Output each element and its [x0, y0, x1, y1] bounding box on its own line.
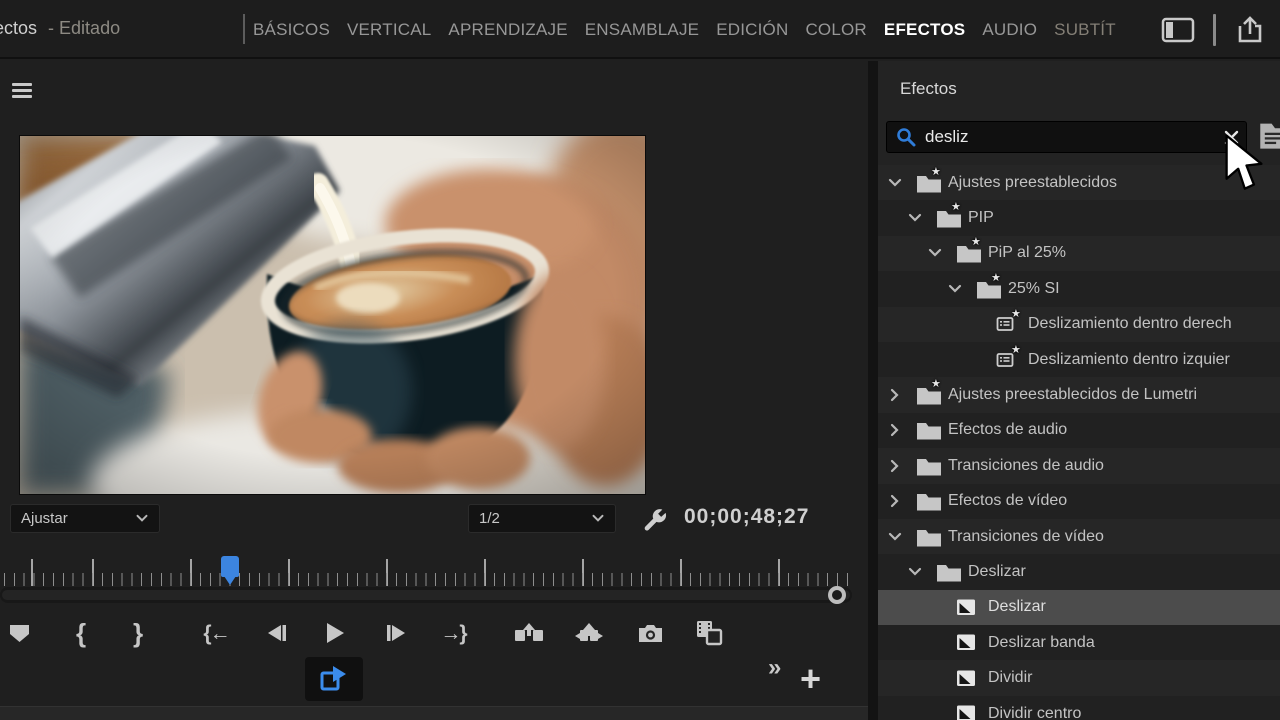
transition-icon	[956, 704, 988, 720]
folder-icon	[916, 456, 948, 476]
chevron-down-icon[interactable]	[948, 284, 976, 294]
preset-folder-icon: ★	[916, 385, 948, 405]
chevron-down-icon	[135, 514, 149, 523]
tab-basicos[interactable]: BÁSICOS	[253, 20, 330, 40]
horizontal-scrollbar[interactable]	[0, 587, 852, 603]
tree-row-deslizar-banda[interactable]: Deslizar banda	[878, 625, 1280, 660]
chevron-down-icon[interactable]	[888, 178, 916, 188]
panel-bottom-edge	[0, 706, 868, 720]
tab-aprendizaje[interactable]: APRENDIZAJE	[448, 20, 567, 40]
scrollbar-handle[interactable]	[828, 586, 846, 604]
chevron-right-icon[interactable]	[888, 425, 916, 435]
tree-row-transiciones-de-audio[interactable]: Transiciones de audio	[878, 448, 1280, 483]
folder-icon	[916, 491, 948, 511]
effects-panel: Efectos ★ Ajustes preestablecidos ★ PIP …	[878, 61, 1280, 720]
preset-icon: ★	[996, 351, 1028, 369]
panel-menu-icon[interactable]	[12, 83, 32, 98]
chevron-down-icon[interactable]	[888, 532, 916, 542]
tree-row-deslizamiento-dentro-derecha[interactable]: ★ Deslizamiento dentro derech	[878, 307, 1280, 342]
search-input[interactable]	[917, 127, 1216, 147]
tab-ensamblaje[interactable]: ENSAMBLAJE	[585, 20, 699, 40]
effects-tree: ★ Ajustes preestablecidos ★ PIP ★ PiP al…	[878, 165, 1280, 720]
timecode-display: 00;00;48;27	[684, 505, 809, 529]
more-options-button[interactable]: »	[768, 654, 781, 682]
chevron-right-icon[interactable]	[888, 496, 916, 506]
transition-icon	[956, 598, 988, 617]
preset-icon: ★	[996, 315, 1028, 333]
timeline-ruler[interactable]	[0, 552, 852, 586]
folder-icon	[916, 527, 948, 547]
tab-color[interactable]: COLOR	[805, 20, 866, 40]
effects-search-box[interactable]	[886, 121, 1247, 153]
settings-wrench-icon[interactable]	[638, 503, 670, 535]
transition-icon	[956, 669, 988, 688]
chevron-right-icon[interactable]	[888, 390, 916, 400]
go-to-in-button[interactable]: {←	[194, 614, 238, 652]
panel-divider[interactable]	[868, 61, 878, 720]
top-bar: ectos - Editado BÁSICOS VERTICAL APRENDI…	[0, 0, 1280, 59]
folder-icon	[936, 562, 968, 582]
comparison-view-button[interactable]	[691, 614, 727, 652]
tree-row-deslizamiento-dentro-izquierda[interactable]: ★ Deslizamiento dentro izquier	[878, 342, 1280, 377]
ruler-minor-ticks	[4, 573, 849, 586]
preset-folder-icon: ★	[976, 279, 1008, 299]
tab-audio[interactable]: AUDIO	[982, 20, 1037, 40]
tree-row-deslizar-transition[interactable]: Deslizar	[878, 590, 1280, 625]
mark-out-button[interactable]: }	[120, 614, 156, 652]
extract-button[interactable]	[571, 614, 607, 652]
playback-resolution-select[interactable]: 1/2	[468, 504, 616, 533]
folder-icon	[916, 420, 948, 440]
share-export-icon[interactable]	[1234, 14, 1266, 46]
tree-row-transiciones-de-video[interactable]: Transiciones de vídeo	[878, 519, 1280, 554]
tab-edicion[interactable]: EDICIÓN	[716, 20, 788, 40]
export-frame-button[interactable]	[632, 614, 668, 652]
step-back-button[interactable]	[259, 614, 295, 652]
step-forward-button[interactable]	[378, 614, 414, 652]
tab-subtitulos[interactable]: SUBTÍT	[1054, 20, 1116, 40]
mark-in-button[interactable]: {	[63, 614, 99, 652]
chevron-down-icon[interactable]	[908, 213, 936, 223]
chevron-down-icon	[591, 514, 605, 523]
divider	[1213, 14, 1216, 46]
playhead-marker[interactable]	[221, 556, 239, 577]
effects-panel-title: Efectos	[900, 79, 957, 99]
project-status: - Editado	[48, 18, 120, 38]
playback-resolution-value: 1/2	[479, 510, 591, 527]
tree-row-efectos-de-video[interactable]: Efectos de vídeo	[878, 484, 1280, 519]
chevron-down-icon[interactable]	[928, 248, 956, 258]
tree-row-ajustes-preestablecidos[interactable]: ★ Ajustes preestablecidos	[878, 165, 1280, 200]
preset-folder-icon: ★	[916, 173, 948, 193]
workspaces-icon[interactable]	[1161, 17, 1195, 43]
mouse-cursor	[1224, 134, 1264, 197]
window-title: ectos - Editado	[0, 18, 120, 39]
zoom-level-value: Ajustar	[21, 510, 135, 527]
preset-folder-icon: ★	[936, 208, 968, 228]
workspace-tabs: BÁSICOS VERTICAL APRENDIZAJE ENSAMBLAJE …	[253, 0, 1116, 59]
tree-row-pip[interactable]: ★ PIP	[878, 200, 1280, 235]
search-icon	[895, 126, 917, 148]
tree-row-pip-al-25[interactable]: ★ PiP al 25%	[878, 236, 1280, 271]
tab-efectos[interactable]: EFECTOS	[884, 20, 965, 40]
tree-row-efectos-de-audio[interactable]: Efectos de audio	[878, 413, 1280, 448]
play-button[interactable]	[317, 614, 353, 652]
preset-folder-icon: ★	[956, 243, 988, 263]
go-to-out-button[interactable]: →}	[431, 614, 475, 652]
quick-export-button[interactable]	[305, 657, 363, 701]
tree-row-25-si[interactable]: ★ 25% SI	[878, 271, 1280, 306]
tree-row-dividir-centro[interactable]: Dividir centro	[878, 696, 1280, 720]
tab-vertical[interactable]: VERTICAL	[347, 20, 431, 40]
tree-row-ajustes-lumetri[interactable]: ★ Ajustes preestablecidos de Lumetri	[878, 377, 1280, 412]
zoom-level-select[interactable]: Ajustar	[10, 504, 160, 533]
add-marker-button[interactable]	[1, 614, 37, 652]
lift-button[interactable]	[511, 614, 547, 652]
chevron-right-icon[interactable]	[888, 461, 916, 471]
program-monitor-video	[20, 136, 645, 494]
project-title: ectos	[0, 18, 37, 38]
chevron-down-icon[interactable]	[908, 567, 936, 577]
tree-row-deslizar-folder[interactable]: Deslizar	[878, 554, 1280, 589]
divider	[243, 14, 245, 44]
button-editor-plus-button[interactable]: +	[800, 658, 821, 700]
transition-icon	[956, 633, 988, 652]
tree-row-dividir[interactable]: Dividir	[878, 660, 1280, 695]
